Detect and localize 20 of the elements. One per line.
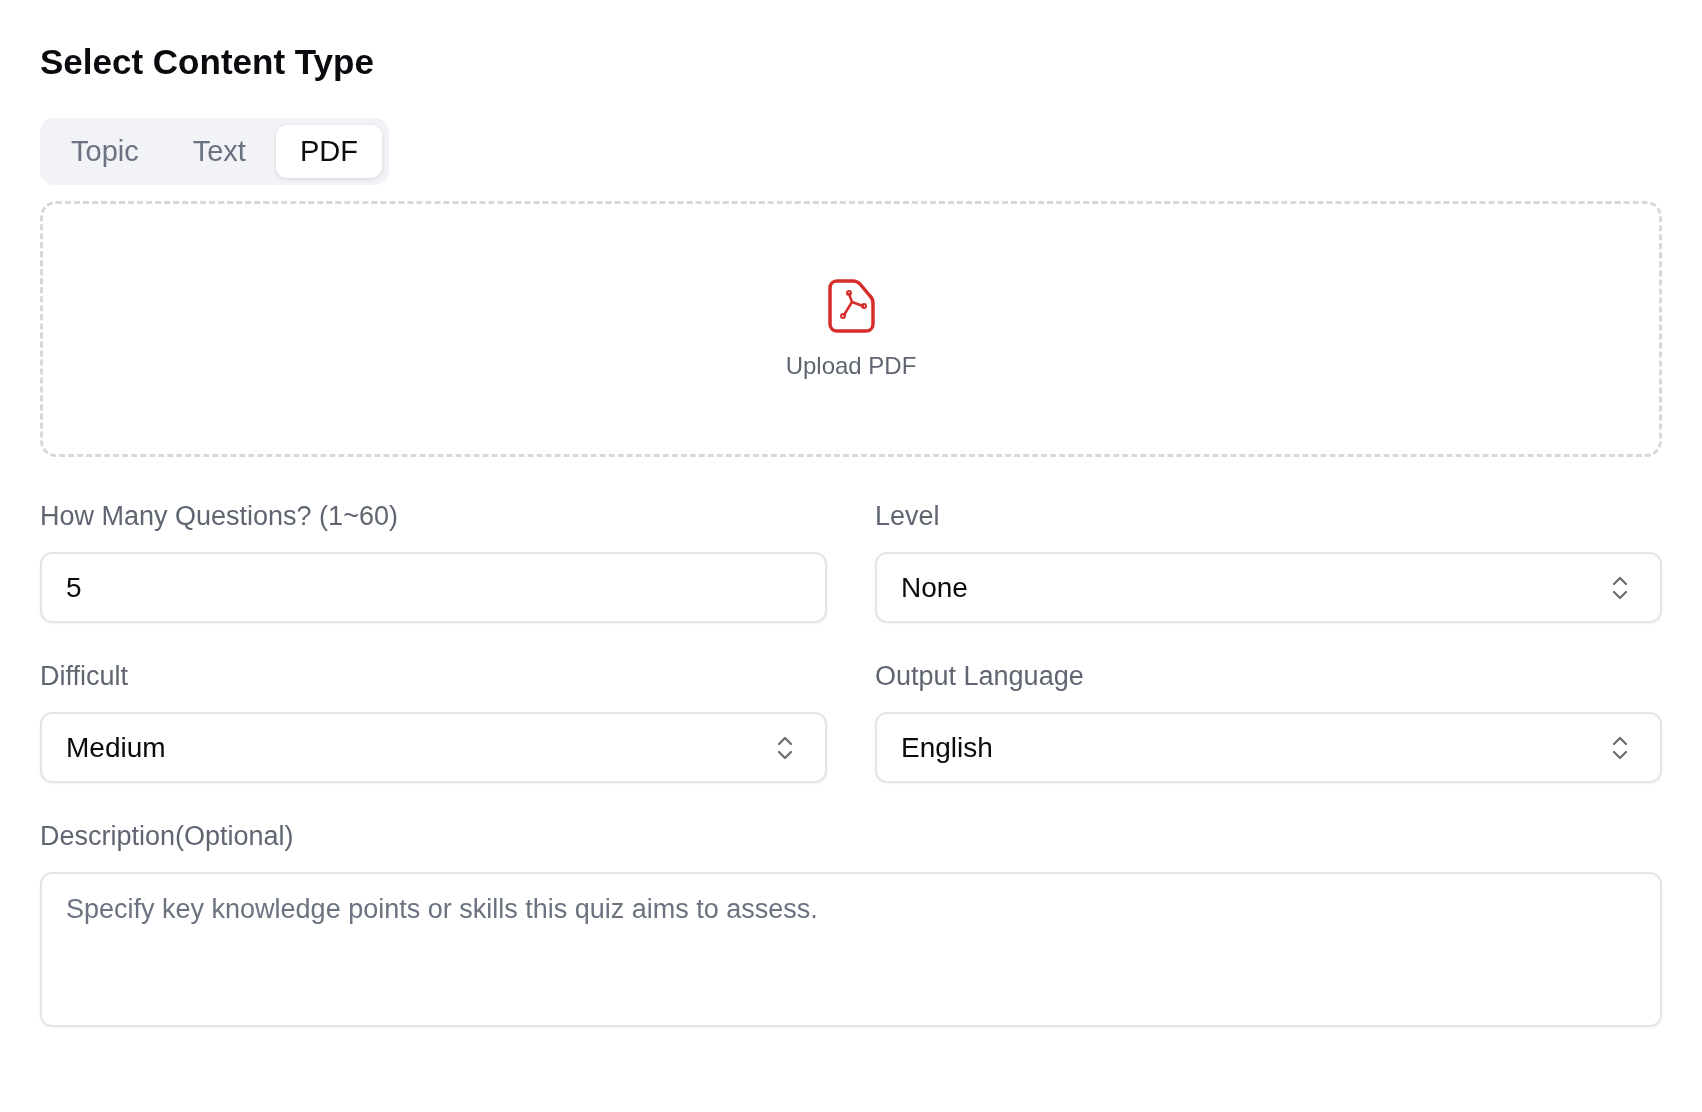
content-type-tab[interactable]: Text <box>168 125 270 178</box>
field-label: Description(Optional) <box>40 821 295 852</box>
content-type-tab[interactable]: Topic <box>47 125 163 178</box>
pdf-file-icon <box>827 278 875 334</box>
select-dropdown[interactable]: English <box>875 712 1662 783</box>
field-label: How Many Questions? (1~60) <box>40 501 399 532</box>
select-dropdown[interactable]: Medium <box>40 712 827 783</box>
number-input[interactable]: 5 <box>40 552 827 623</box>
chevron-up-down-icon <box>777 734 793 761</box>
field-label: Level <box>875 501 941 532</box>
upload-label: Upload PDF <box>785 352 917 380</box>
section-title: Select Content Type <box>40 42 375 82</box>
select-dropdown[interactable]: None <box>875 552 1662 623</box>
description-field[interactable]: Specify key knowledge points or skills this quiz aims to assess. <box>40 872 1662 1027</box>
field-label: Output Language <box>875 661 1085 692</box>
chevron-up-down-icon <box>1612 574 1628 601</box>
content-type-tab[interactable]: PDF <box>275 125 382 178</box>
pdf-upload-area[interactable]: Upload PDF <box>40 201 1662 457</box>
chevron-up-down-icon <box>1612 734 1628 761</box>
field-label: Difficult <box>40 661 130 692</box>
